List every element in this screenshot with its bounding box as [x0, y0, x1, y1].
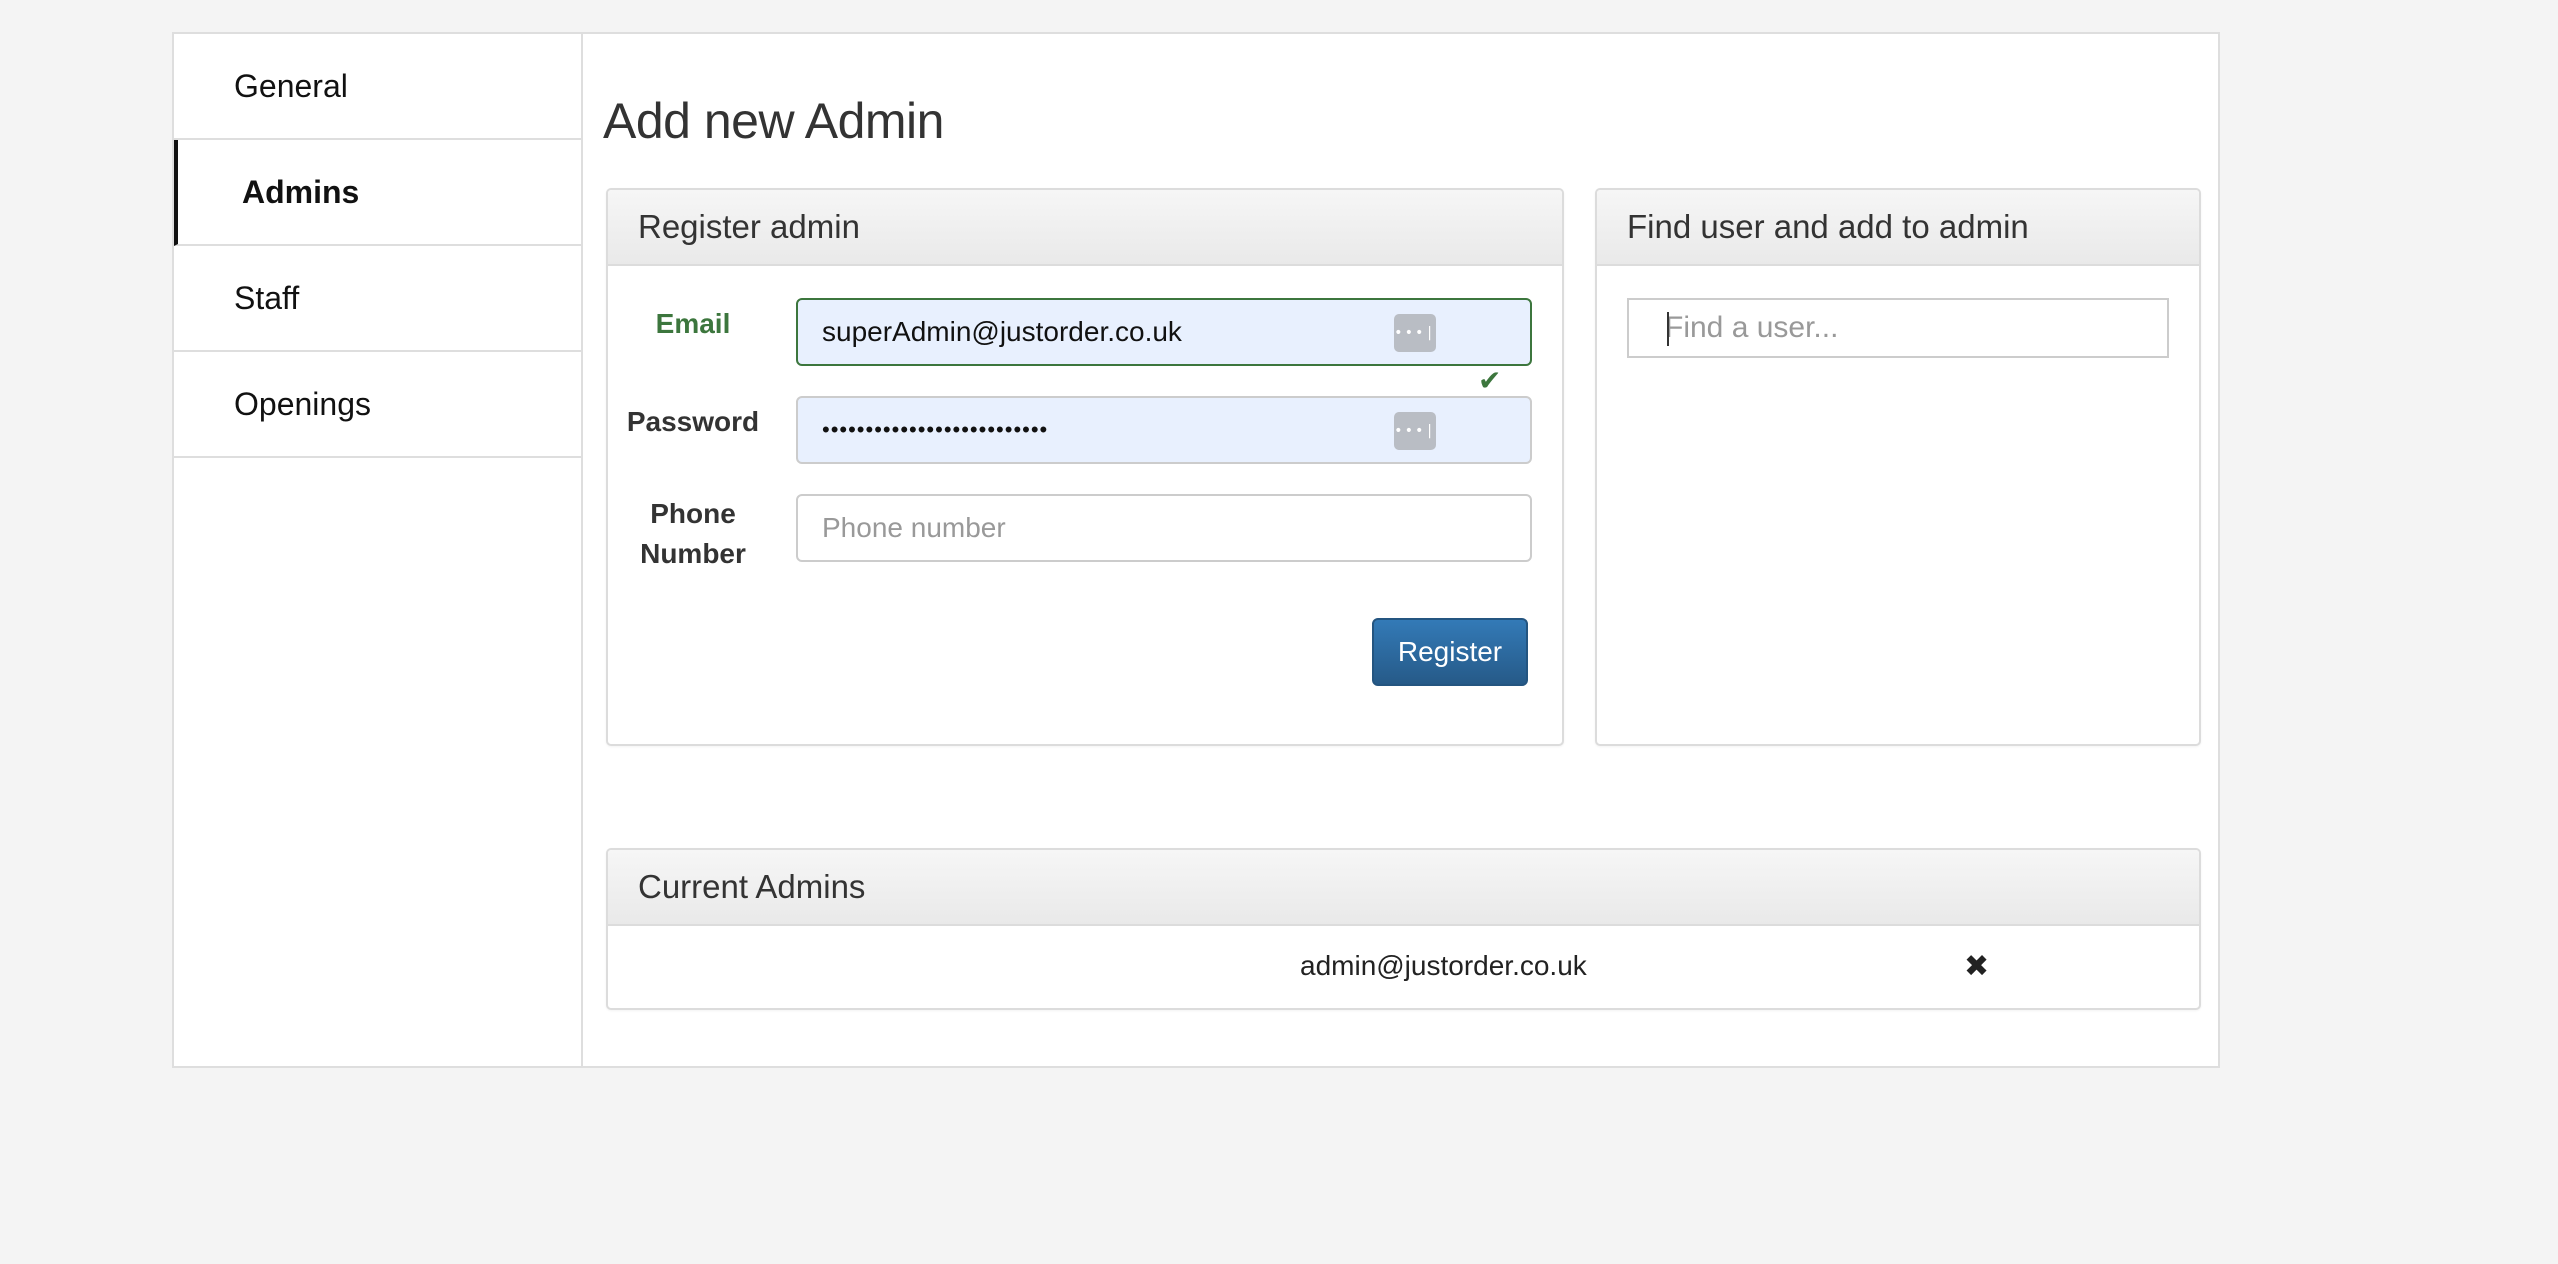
- email-value: superAdmin@justorder.co.uk: [822, 316, 1182, 347]
- panel-heading: Register admin: [608, 190, 1562, 266]
- settings-frame: General Admins Staff Openings Add new Ad…: [172, 32, 2220, 1068]
- sidebar-item-label: Staff: [234, 279, 300, 316]
- main-content: Add new Admin Register admin Email super…: [583, 34, 2218, 1066]
- find-user-search-input[interactable]: Find a user...: [1627, 298, 2169, 358]
- sidebar-item-admins[interactable]: Admins: [174, 140, 581, 246]
- phone-label-line1: Phone: [650, 498, 736, 529]
- page-title: Add new Admin: [603, 93, 944, 149]
- phone-number-field[interactable]: Phone number: [796, 494, 1532, 562]
- password-value: ••••••••••••••••••••••••••: [822, 417, 1049, 442]
- sidebar-item-staff[interactable]: Staff: [174, 246, 581, 352]
- admin-email: admin@justorder.co.uk: [1300, 950, 1587, 981]
- panel-heading: Find user and add to admin: [1597, 190, 2199, 266]
- register-admin-panel: Register admin Email superAdmin@justorde…: [606, 188, 1564, 746]
- phone-label: Phone Number: [608, 494, 778, 574]
- valid-check-icon: ✔: [1478, 364, 1502, 397]
- sidebar: General Admins Staff Openings: [174, 34, 583, 1066]
- find-user-panel: Find user and add to admin Find a user..…: [1595, 188, 2201, 746]
- panel-heading: Current Admins: [608, 850, 2199, 926]
- password-manager-key-icon[interactable]: •••|: [1394, 314, 1436, 352]
- admin-row: admin@justorder.co.uk ✖: [608, 926, 2199, 1006]
- password-field[interactable]: •••••••••••••••••••••••••• •••|: [796, 396, 1532, 464]
- sidebar-item-openings[interactable]: Openings: [174, 352, 581, 458]
- email-label: Email: [655, 308, 731, 339]
- register-button[interactable]: Register: [1372, 618, 1528, 686]
- sidebar-item-label: Admins: [242, 173, 360, 210]
- current-admins-panel: Current Admins admin@justorder.co.uk ✖: [606, 848, 2201, 1010]
- email-field[interactable]: superAdmin@justorder.co.uk •••|: [796, 298, 1532, 366]
- phone-label-line2: Number: [640, 538, 746, 569]
- password-manager-key-icon[interactable]: •••|: [1394, 412, 1436, 450]
- search-placeholder: Find a user...: [1665, 311, 1839, 344]
- password-label: Password: [626, 406, 760, 437]
- phone-placeholder: Phone number: [822, 512, 1006, 543]
- remove-admin-icon[interactable]: ✖: [1964, 949, 1989, 984]
- text-caret: [1667, 312, 1669, 346]
- sidebar-item-label: General: [234, 67, 348, 104]
- sidebar-item-label: Openings: [234, 385, 371, 422]
- sidebar-item-general[interactable]: General: [174, 34, 581, 140]
